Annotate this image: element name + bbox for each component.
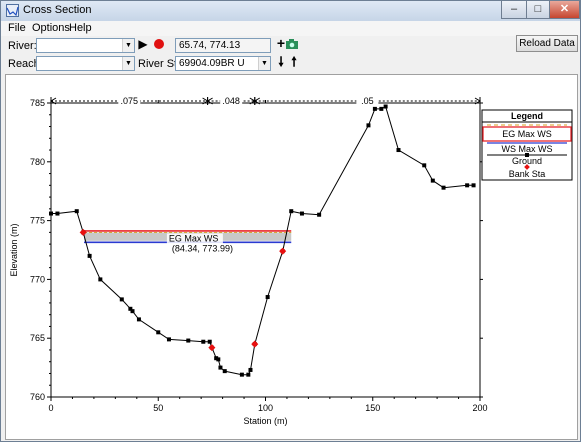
chevron-down-icon: ▼ <box>258 57 270 70</box>
tick-group: 0 50 100 150 200 760 765 770 775 780 785 <box>30 98 488 413</box>
ground-point <box>55 211 60 216</box>
bank-station-point <box>279 247 287 255</box>
manning-n-label: .075 <box>121 96 139 106</box>
legend-entry-bank: Bank Sta <box>509 169 546 179</box>
cross-section-window: Cross Section – □ ✕ File Options Help Ri… <box>0 0 581 442</box>
ground-point <box>265 295 270 300</box>
ground-point <box>216 357 221 362</box>
ground-point <box>383 104 388 109</box>
ground-point <box>465 183 470 188</box>
x-tick-label: 100 <box>258 403 273 413</box>
ground-point <box>186 338 191 343</box>
maximize-button[interactable]: □ <box>526 1 550 19</box>
menu-file[interactable]: File <box>8 22 26 34</box>
legend-entry-ws: WS Max WS <box>502 144 553 154</box>
ground-point <box>299 211 304 216</box>
chevron-down-icon: ▼ <box>122 39 134 52</box>
ground-point <box>317 212 322 217</box>
camera-icon <box>286 39 298 49</box>
ground-point <box>239 372 244 377</box>
title-bar[interactable]: Cross Section – □ ✕ <box>1 1 580 21</box>
ground-point <box>430 178 435 183</box>
tooltip-title: EG Max WS <box>169 233 219 243</box>
river-sta-select[interactable]: 69904.09BR U ▼ <box>175 56 271 71</box>
y-tick-label: 785 <box>30 98 45 108</box>
chevron-down-icon: ▼ <box>122 57 134 70</box>
ground-point <box>156 330 161 335</box>
ground-point <box>119 297 124 302</box>
legend-title: Legend <box>511 111 543 121</box>
ground-point <box>441 185 446 190</box>
manning-n-label: .048 <box>222 96 240 106</box>
ground-point <box>248 367 253 372</box>
y-tick-label: 765 <box>30 333 45 343</box>
ground-point <box>207 339 212 344</box>
ground-point <box>289 209 294 214</box>
river-sta-value: 69904.09BR U <box>179 58 245 69</box>
ground-point <box>98 277 103 282</box>
ground-point <box>218 365 223 370</box>
ground-point <box>379 106 384 111</box>
x-tick-label: 150 <box>365 403 380 413</box>
coordinate-readout: 65.74, 774.13 <box>175 38 271 53</box>
ground-point <box>130 309 135 314</box>
play-icon[interactable]: ▶ <box>136 37 150 51</box>
x-axis-label: Station (m) <box>243 416 287 426</box>
plot-area[interactable]: 0 50 100 150 200 760 765 770 775 780 785 .075 .048.… <box>5 74 578 440</box>
legend[interactable]: LegendEG Max WSWS Max WSGroundBank Sta <box>481 109 573 181</box>
ground-point <box>49 211 53 216</box>
ground-point <box>372 106 377 111</box>
ground-point <box>201 339 206 344</box>
ground-point <box>222 369 227 374</box>
close-button[interactable]: ✕ <box>549 1 580 19</box>
arrow-up-icon[interactable]: 🠕 <box>287 55 301 69</box>
ground-point <box>422 163 427 168</box>
bank-station-point <box>208 344 216 352</box>
cross-section-chart[interactable]: 0 50 100 150 200 760 765 770 775 780 785 .075 .048.… <box>6 75 577 439</box>
manning-n-label: .05 <box>361 96 374 106</box>
ground-point <box>471 183 476 188</box>
river-label: River: <box>8 40 37 52</box>
y-tick-label: 780 <box>30 157 45 167</box>
ground-point <box>136 317 141 322</box>
ground-point <box>366 123 371 128</box>
minimize-button[interactable]: – <box>501 1 527 19</box>
ground-point <box>166 337 171 342</box>
x-tick-label: 200 <box>472 403 487 413</box>
x-tick-label: 0 <box>48 403 53 413</box>
coordinate-value: 65.74, 774.13 <box>179 40 241 51</box>
app-icon <box>6 4 19 17</box>
river-select[interactable]: ▼ <box>36 38 135 53</box>
record-icon <box>154 39 164 49</box>
reach-select[interactable]: ▼ <box>36 56 135 71</box>
tooltip-value: (84.34, 773.99) <box>172 243 233 253</box>
menu-help[interactable]: Help <box>69 22 92 34</box>
arrow-down-icon[interactable]: 🠗 <box>274 55 288 69</box>
ground-point <box>396 148 401 153</box>
camera-button[interactable] <box>285 37 299 51</box>
menu-options[interactable]: Options <box>32 22 70 34</box>
y-tick-label: 760 <box>30 392 45 402</box>
record-button[interactable] <box>152 37 166 51</box>
y-axis-label: Elevation (m) <box>9 223 19 276</box>
legend-entry-eg: EG Max WS <box>502 129 552 139</box>
ground-point <box>74 209 79 214</box>
x-tick-label: 50 <box>153 403 163 413</box>
y-tick-label: 770 <box>30 274 45 284</box>
axes <box>50 102 481 398</box>
ground-point <box>87 253 92 258</box>
y-tick-label: 775 <box>30 216 45 226</box>
bank-station-point <box>251 340 259 348</box>
ground-point <box>246 372 251 377</box>
plot-border <box>50 102 481 398</box>
reload-data-button[interactable]: Reload Data <box>516 35 578 52</box>
window-title: Cross Section <box>23 4 92 16</box>
menu-bar: File Options Help <box>1 21 580 36</box>
